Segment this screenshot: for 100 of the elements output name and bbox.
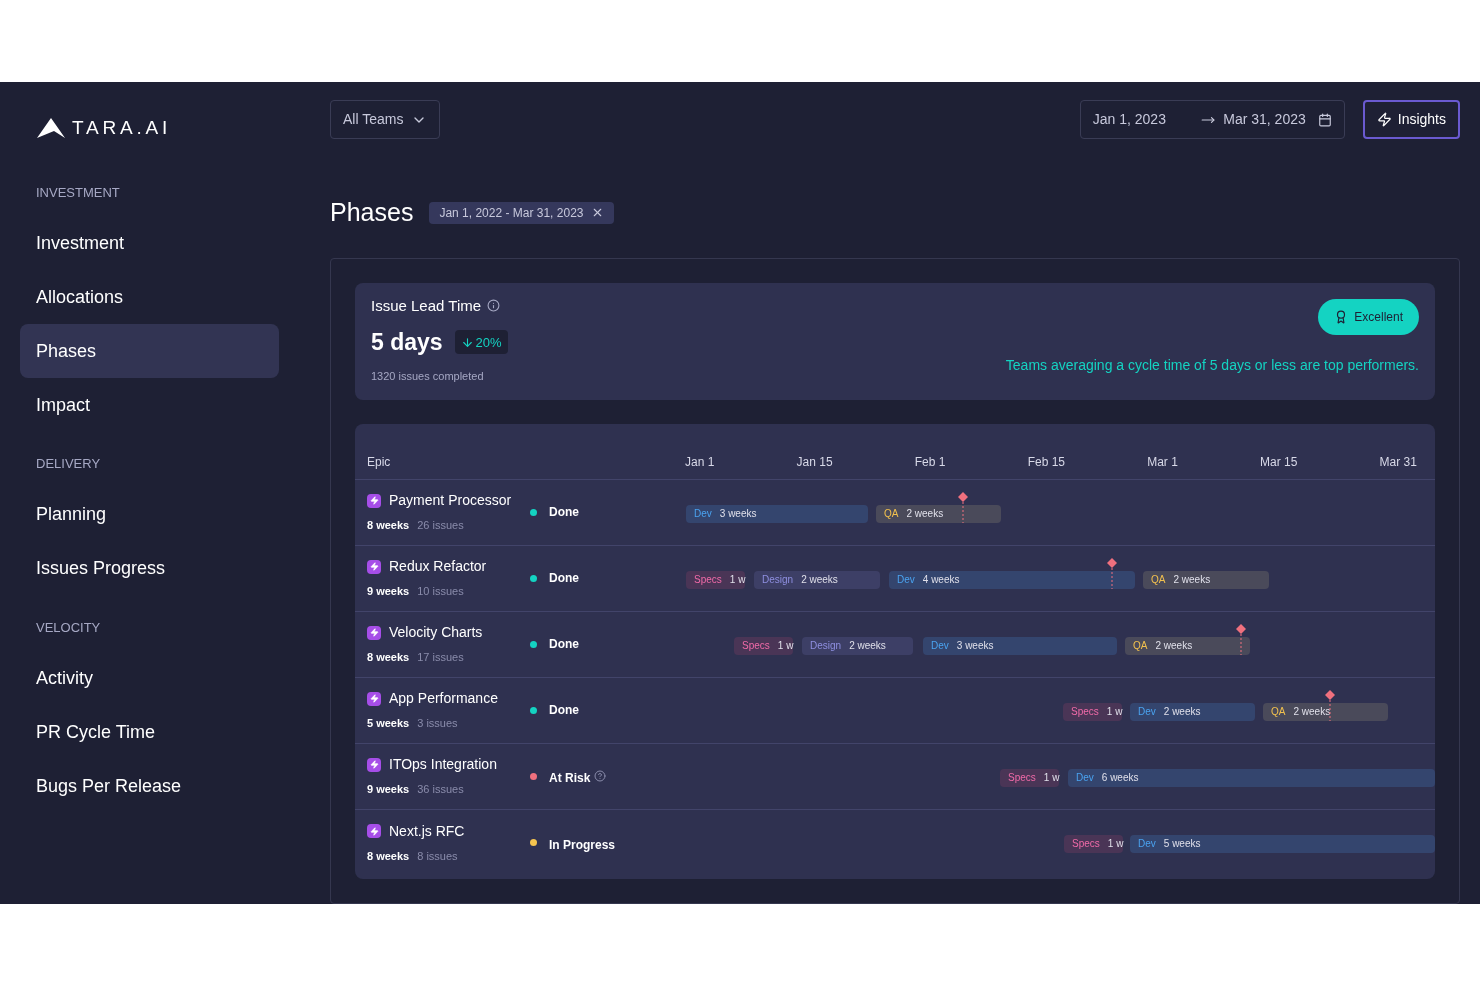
issue-count: 26 issues [417, 518, 464, 534]
epic-duration: 8 weeks [367, 650, 410, 666]
status-label: At Risk [549, 770, 591, 787]
logo-icon [36, 117, 66, 140]
date-label: Jan 1 [685, 453, 715, 471]
phase-tag: Specs [1008, 770, 1036, 785]
card-title: Issue Lead Time [371, 295, 482, 316]
issue-count: 17 issues [417, 650, 464, 666]
date-label: Mar 1 [1147, 453, 1178, 471]
epic-icon [367, 757, 381, 772]
team-select[interactable]: All Teams [330, 100, 441, 139]
phase-length: 1 w [1043, 771, 1060, 785]
date-range-field[interactable]: Jan 1, 2023 Mar 31, 2023 [1079, 100, 1345, 139]
phase-length: 2 weeks [849, 639, 886, 653]
phase-length: 2 weeks [1173, 573, 1211, 587]
phase-tag: Dev [694, 506, 712, 521]
epic-icon [367, 824, 381, 839]
phase-tag: Dev [931, 638, 949, 653]
date-label: Mar 15 [1260, 453, 1298, 471]
issue-count: 8 issues [417, 848, 458, 864]
sidebar-item[interactable]: Bugs Per Release [20, 759, 279, 813]
phase-length: 2 weeks [1293, 705, 1331, 719]
date-label: Jan 15 [796, 453, 833, 471]
epic-duration: 5 weeks [367, 716, 410, 732]
status-label: Done [549, 504, 579, 521]
epic-name[interactable]: ITOps Integration [389, 754, 497, 776]
phase-tag: Dev [1076, 770, 1094, 785]
insights-button[interactable]: Insights [1362, 100, 1460, 139]
phase-tag: Design [810, 638, 842, 653]
epic-name[interactable]: Velocity Charts [389, 622, 483, 644]
end-date: Mar 31, 2023 [1223, 110, 1306, 129]
epic-duration: 8 weeks [367, 848, 410, 864]
epic-name[interactable]: Next.js RFC [389, 820, 465, 842]
phase-length: 2 weeks [906, 507, 944, 521]
phase-length: 1 w [1106, 705, 1123, 719]
phase-tag: Design [762, 572, 794, 587]
sidebar-item[interactable]: Investment [20, 216, 279, 270]
lead-time-value: 5 days [371, 328, 443, 357]
phase-length: 3 weeks [956, 639, 994, 653]
lightning-icon [1376, 112, 1392, 127]
card-subtitle: 1320 issues completed [371, 368, 485, 384]
phase-tag: Dev [897, 572, 915, 587]
sidebar-item[interactable]: Phases [20, 324, 279, 378]
phase-length: 5 weeks [1163, 837, 1201, 851]
issue-count: 10 issues [417, 584, 464, 600]
phase-tag: Specs [1071, 704, 1099, 719]
sidebar-item[interactable]: Activity [20, 651, 279, 705]
phase-length: 2 weeks [1155, 639, 1193, 653]
section-heading: VELOCITY [35, 618, 102, 637]
date-label: Feb 15 [1027, 453, 1065, 471]
epic-icon [367, 625, 381, 640]
issue-count: 36 issues [417, 782, 464, 798]
date-label: Mar 31 [1379, 453, 1417, 471]
page-title: Phases [330, 197, 414, 228]
chip-text: Jan 1, 2022 - Mar 31, 2023 [439, 204, 584, 222]
phase-tag: Dev [1138, 704, 1156, 719]
epic-name[interactable]: Redux Refactor [389, 556, 487, 578]
sidebar-item[interactable]: Allocations [20, 270, 279, 324]
epic-duration: 9 weeks [367, 584, 410, 600]
epic-icon [367, 559, 381, 574]
performance-note: Teams averaging a cycle time of 5 days or less are top performers. [1005, 355, 1419, 375]
epic-duration: 9 weeks [367, 782, 410, 798]
excellent-badge: Excellent [1318, 298, 1419, 335]
logo-text: TARA.AI [72, 116, 172, 140]
phase-length: 1 w [1107, 837, 1124, 851]
status-label: Done [549, 570, 579, 587]
phase-length: 3 weeks [719, 507, 757, 521]
epic-icon [367, 493, 381, 508]
status-label: In Progress [549, 836, 616, 854]
epic-icon [367, 691, 381, 706]
issue-count: 3 issues [417, 716, 458, 732]
start-date: Jan 1, 2023 [1092, 110, 1166, 129]
phase-tag: Specs [742, 638, 770, 653]
info-icon [487, 299, 501, 313]
phase-length: 1 w [729, 573, 746, 587]
phase-tag: QA [884, 506, 899, 521]
change-badge: 20% [454, 330, 508, 355]
epic-name[interactable]: Payment Processor [389, 490, 512, 512]
phase-length: 4 weeks [922, 573, 960, 587]
date-label: Feb 1 [914, 453, 946, 471]
column-header: Epic [367, 453, 392, 471]
arrow-down-icon [460, 335, 474, 349]
section-heading: DELIVERY [35, 455, 102, 473]
epic-name[interactable]: App Performance [389, 688, 498, 710]
phase-length: 2 weeks [801, 573, 838, 587]
sidebar-item[interactable]: Impact [20, 378, 279, 432]
phase-tag: QA [1151, 572, 1166, 587]
calendar-icon [1317, 112, 1332, 127]
sidebar-item[interactable]: Issues Progress [20, 541, 279, 596]
phase-tag: Specs [694, 572, 722, 587]
status-label: Done [549, 636, 579, 653]
phase-tag: Specs [1072, 836, 1100, 851]
phase-tag: QA [1271, 704, 1286, 719]
section-heading: INVESTMENT [35, 183, 121, 202]
sidebar-item[interactable]: PR Cycle Time [20, 705, 279, 759]
phase-length: 2 weeks [1163, 705, 1201, 719]
phase-length: 6 weeks [1101, 771, 1139, 785]
phase-tag: Dev [1138, 836, 1156, 851]
phase-tag: QA [1133, 638, 1148, 653]
sidebar-item[interactable]: Planning [20, 487, 279, 542]
